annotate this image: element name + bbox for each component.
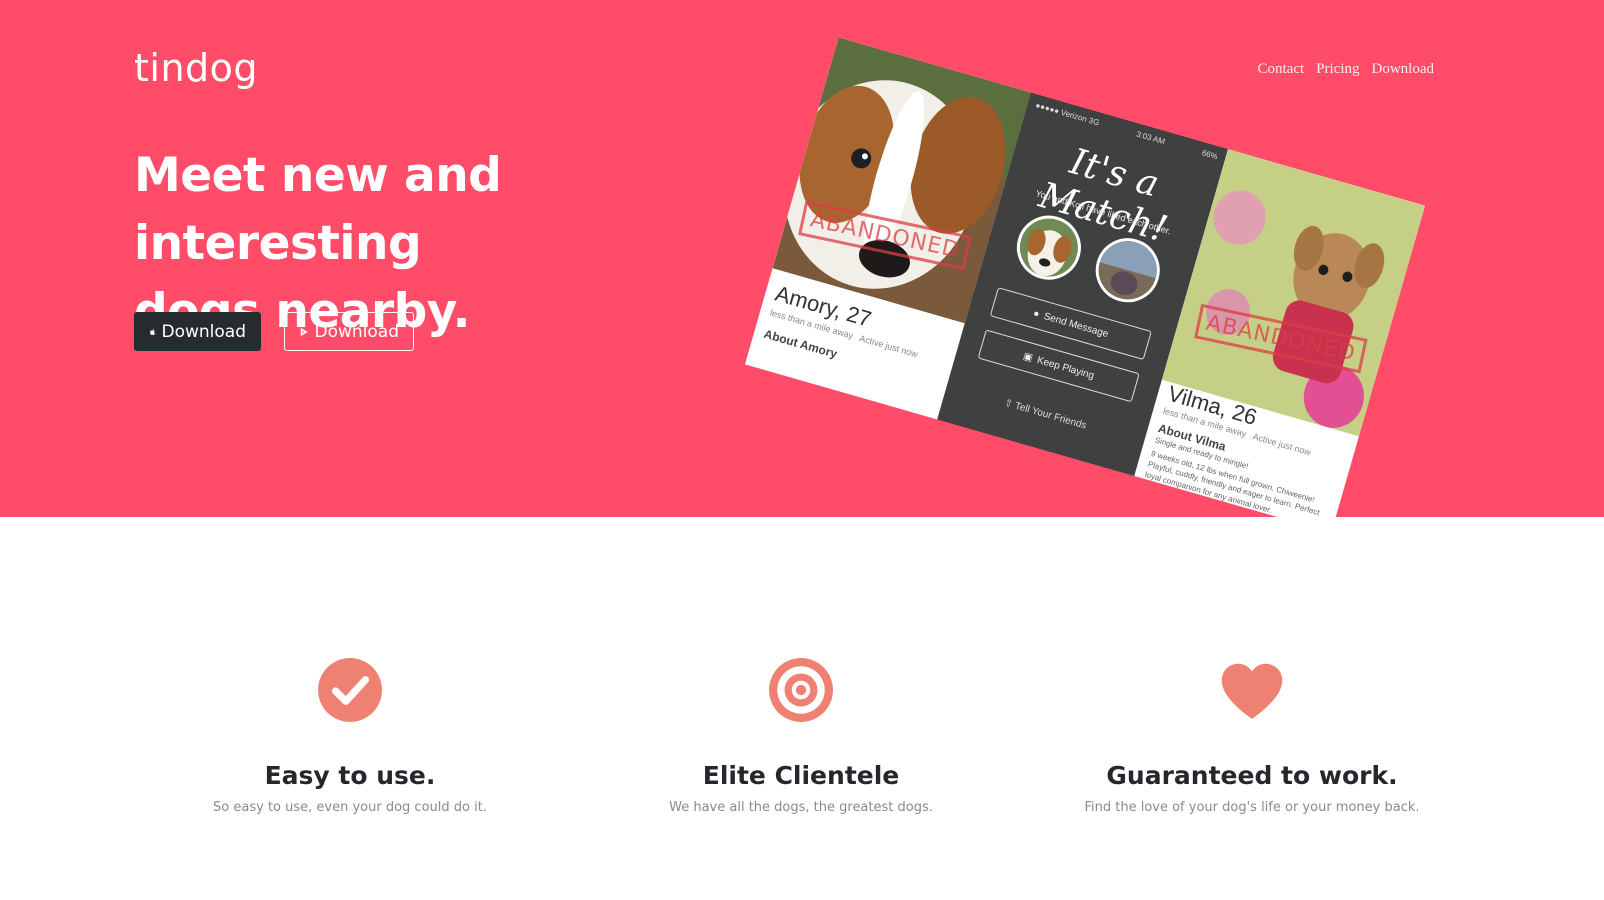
nav-download-link[interactable]: Download	[1372, 61, 1435, 78]
hero-headline-line1: Meet new and interesting	[134, 148, 502, 271]
check-circle-icon	[318, 658, 382, 722]
chat-bubble-icon: ●	[1031, 307, 1041, 320]
play-download-label: Download	[314, 321, 399, 342]
feature-text: So easy to use, even your dog could do i…	[213, 800, 487, 815]
play-download-button[interactable]: Download	[284, 312, 414, 351]
share-icon: ⇧	[1002, 397, 1015, 411]
user-card-icon: ▣	[1021, 350, 1035, 364]
feature-title: Elite Clientele	[702, 761, 900, 790]
features-section: Easy to use. So easy to use, even your d…	[0, 517, 1604, 900]
app-mockup-image: ABANDONED Amory, 27 less than a mile awa…	[744, 37, 1426, 517]
google-play-icon	[300, 327, 308, 336]
feature-elite: Elite Clientele We have all the dogs, th…	[601, 657, 1001, 815]
apple-download-label: Download	[161, 321, 246, 342]
apple-icon	[150, 328, 155, 335]
hero-section: tindog Contact Pricing Download Meet new…	[0, 0, 1604, 517]
apple-download-button[interactable]: Download	[134, 312, 261, 351]
feature-text: We have all the dogs, the greatest dogs.	[669, 800, 933, 815]
feature-title: Guaranteed to work.	[1106, 761, 1398, 790]
feature-title: Easy to use.	[264, 761, 436, 790]
nav-contact-link[interactable]: Contact	[1258, 61, 1305, 78]
brand-logo[interactable]: tindog	[134, 46, 258, 90]
heart-icon	[1221, 663, 1283, 719]
feature-text: Find the love of your dog's life or your…	[1084, 800, 1420, 815]
nav-pricing-link[interactable]: Pricing	[1316, 61, 1359, 78]
bullseye-icon	[769, 658, 833, 722]
top-nav: Contact Pricing Download	[1258, 61, 1435, 78]
feature-easy: Easy to use. So easy to use, even your d…	[150, 657, 550, 815]
feature-guaranteed: Guaranteed to work. Find the love of you…	[1052, 657, 1452, 815]
